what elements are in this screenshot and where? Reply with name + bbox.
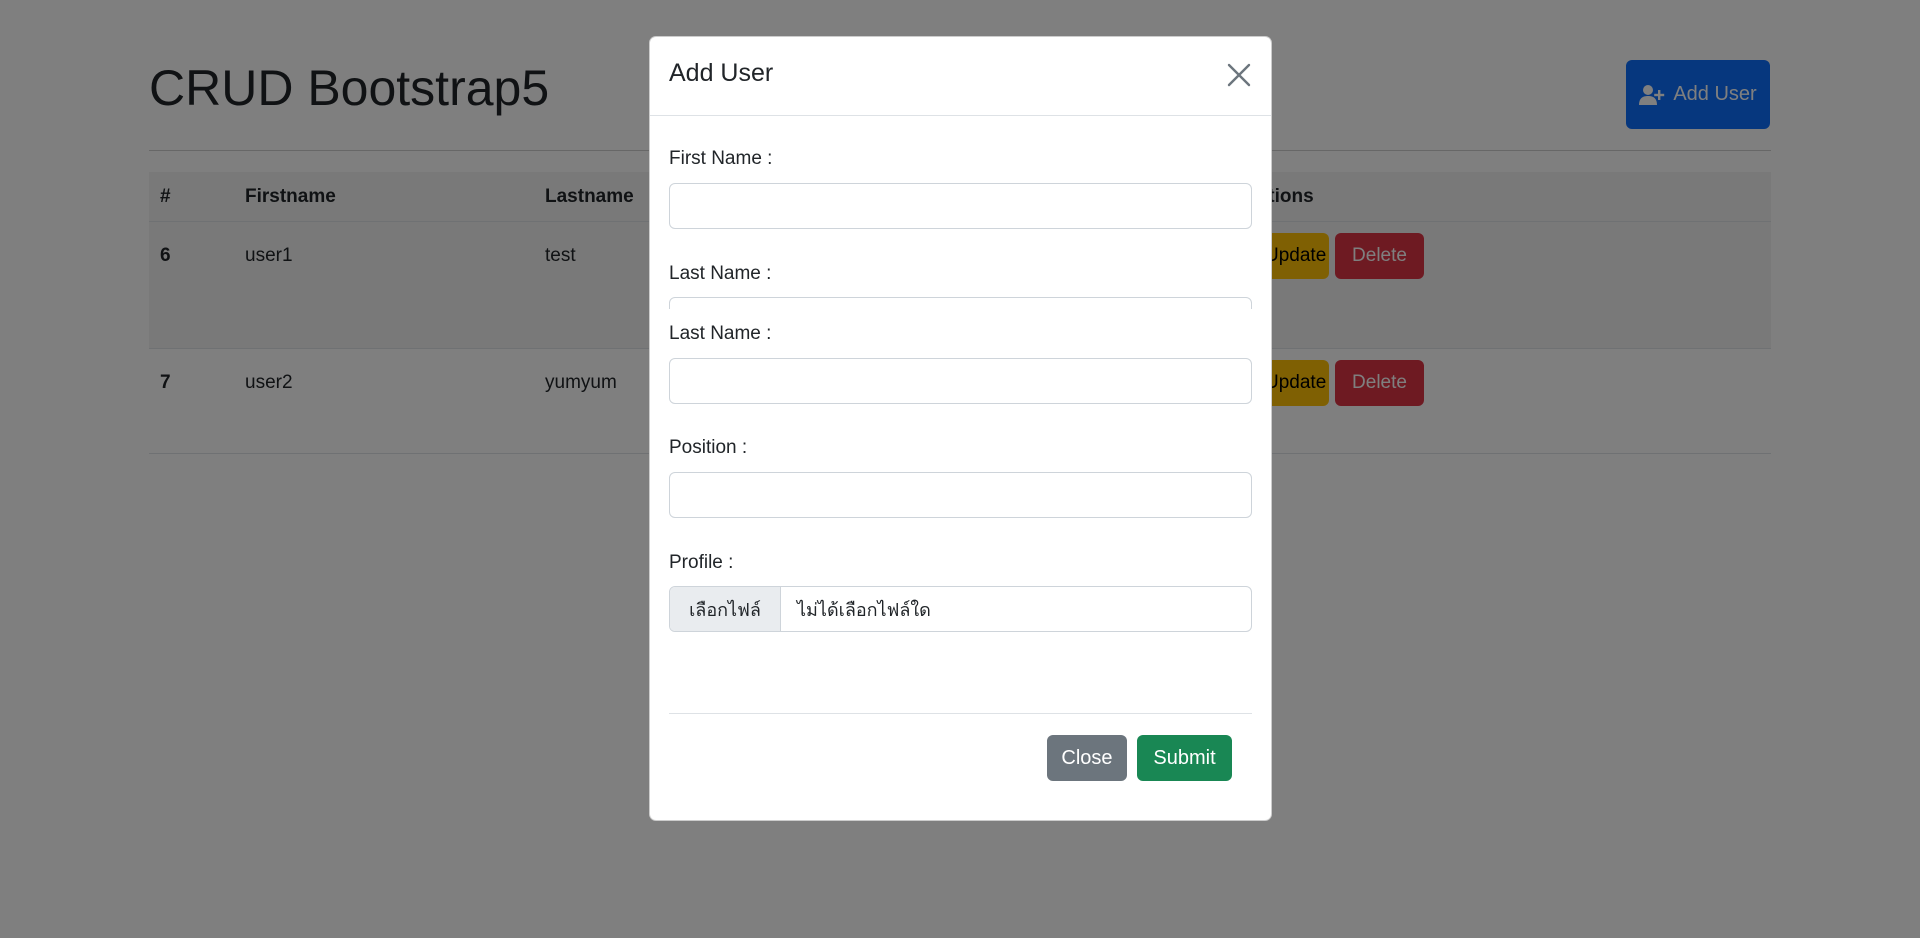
- add-user-modal: Add User First Name : Last Name : Last N…: [649, 36, 1272, 821]
- submit-button[interactable]: Submit: [1137, 735, 1232, 781]
- modal-title: Add User: [669, 59, 774, 87]
- last-name-input-clipped: [669, 297, 1252, 309]
- file-status-text: ไม่ได้เลือกไฟล์ใด: [797, 599, 931, 621]
- position-input[interactable]: [669, 472, 1252, 518]
- first-name-input[interactable]: [669, 183, 1252, 229]
- modal-header: Add User: [650, 37, 1271, 116]
- last-name-input[interactable]: [669, 358, 1252, 404]
- last-name-label: Last Name :: [669, 323, 772, 344]
- close-icon[interactable]: [1225, 61, 1253, 89]
- profile-file-input[interactable]: เลือกไฟล์ ไม่ได้เลือกไฟล์ใด: [669, 586, 1252, 632]
- last-name-label-clipped: Last Name :: [669, 263, 772, 284]
- first-name-label: First Name :: [669, 148, 773, 169]
- close-button[interactable]: Close: [1047, 735, 1127, 781]
- choose-file-button[interactable]: เลือกไฟล์: [670, 587, 781, 631]
- profile-label: Profile :: [669, 552, 734, 573]
- modal-footer-divider: [669, 713, 1252, 714]
- position-label: Position :: [669, 437, 748, 458]
- last-name-input-partial[interactable]: [669, 297, 1252, 309]
